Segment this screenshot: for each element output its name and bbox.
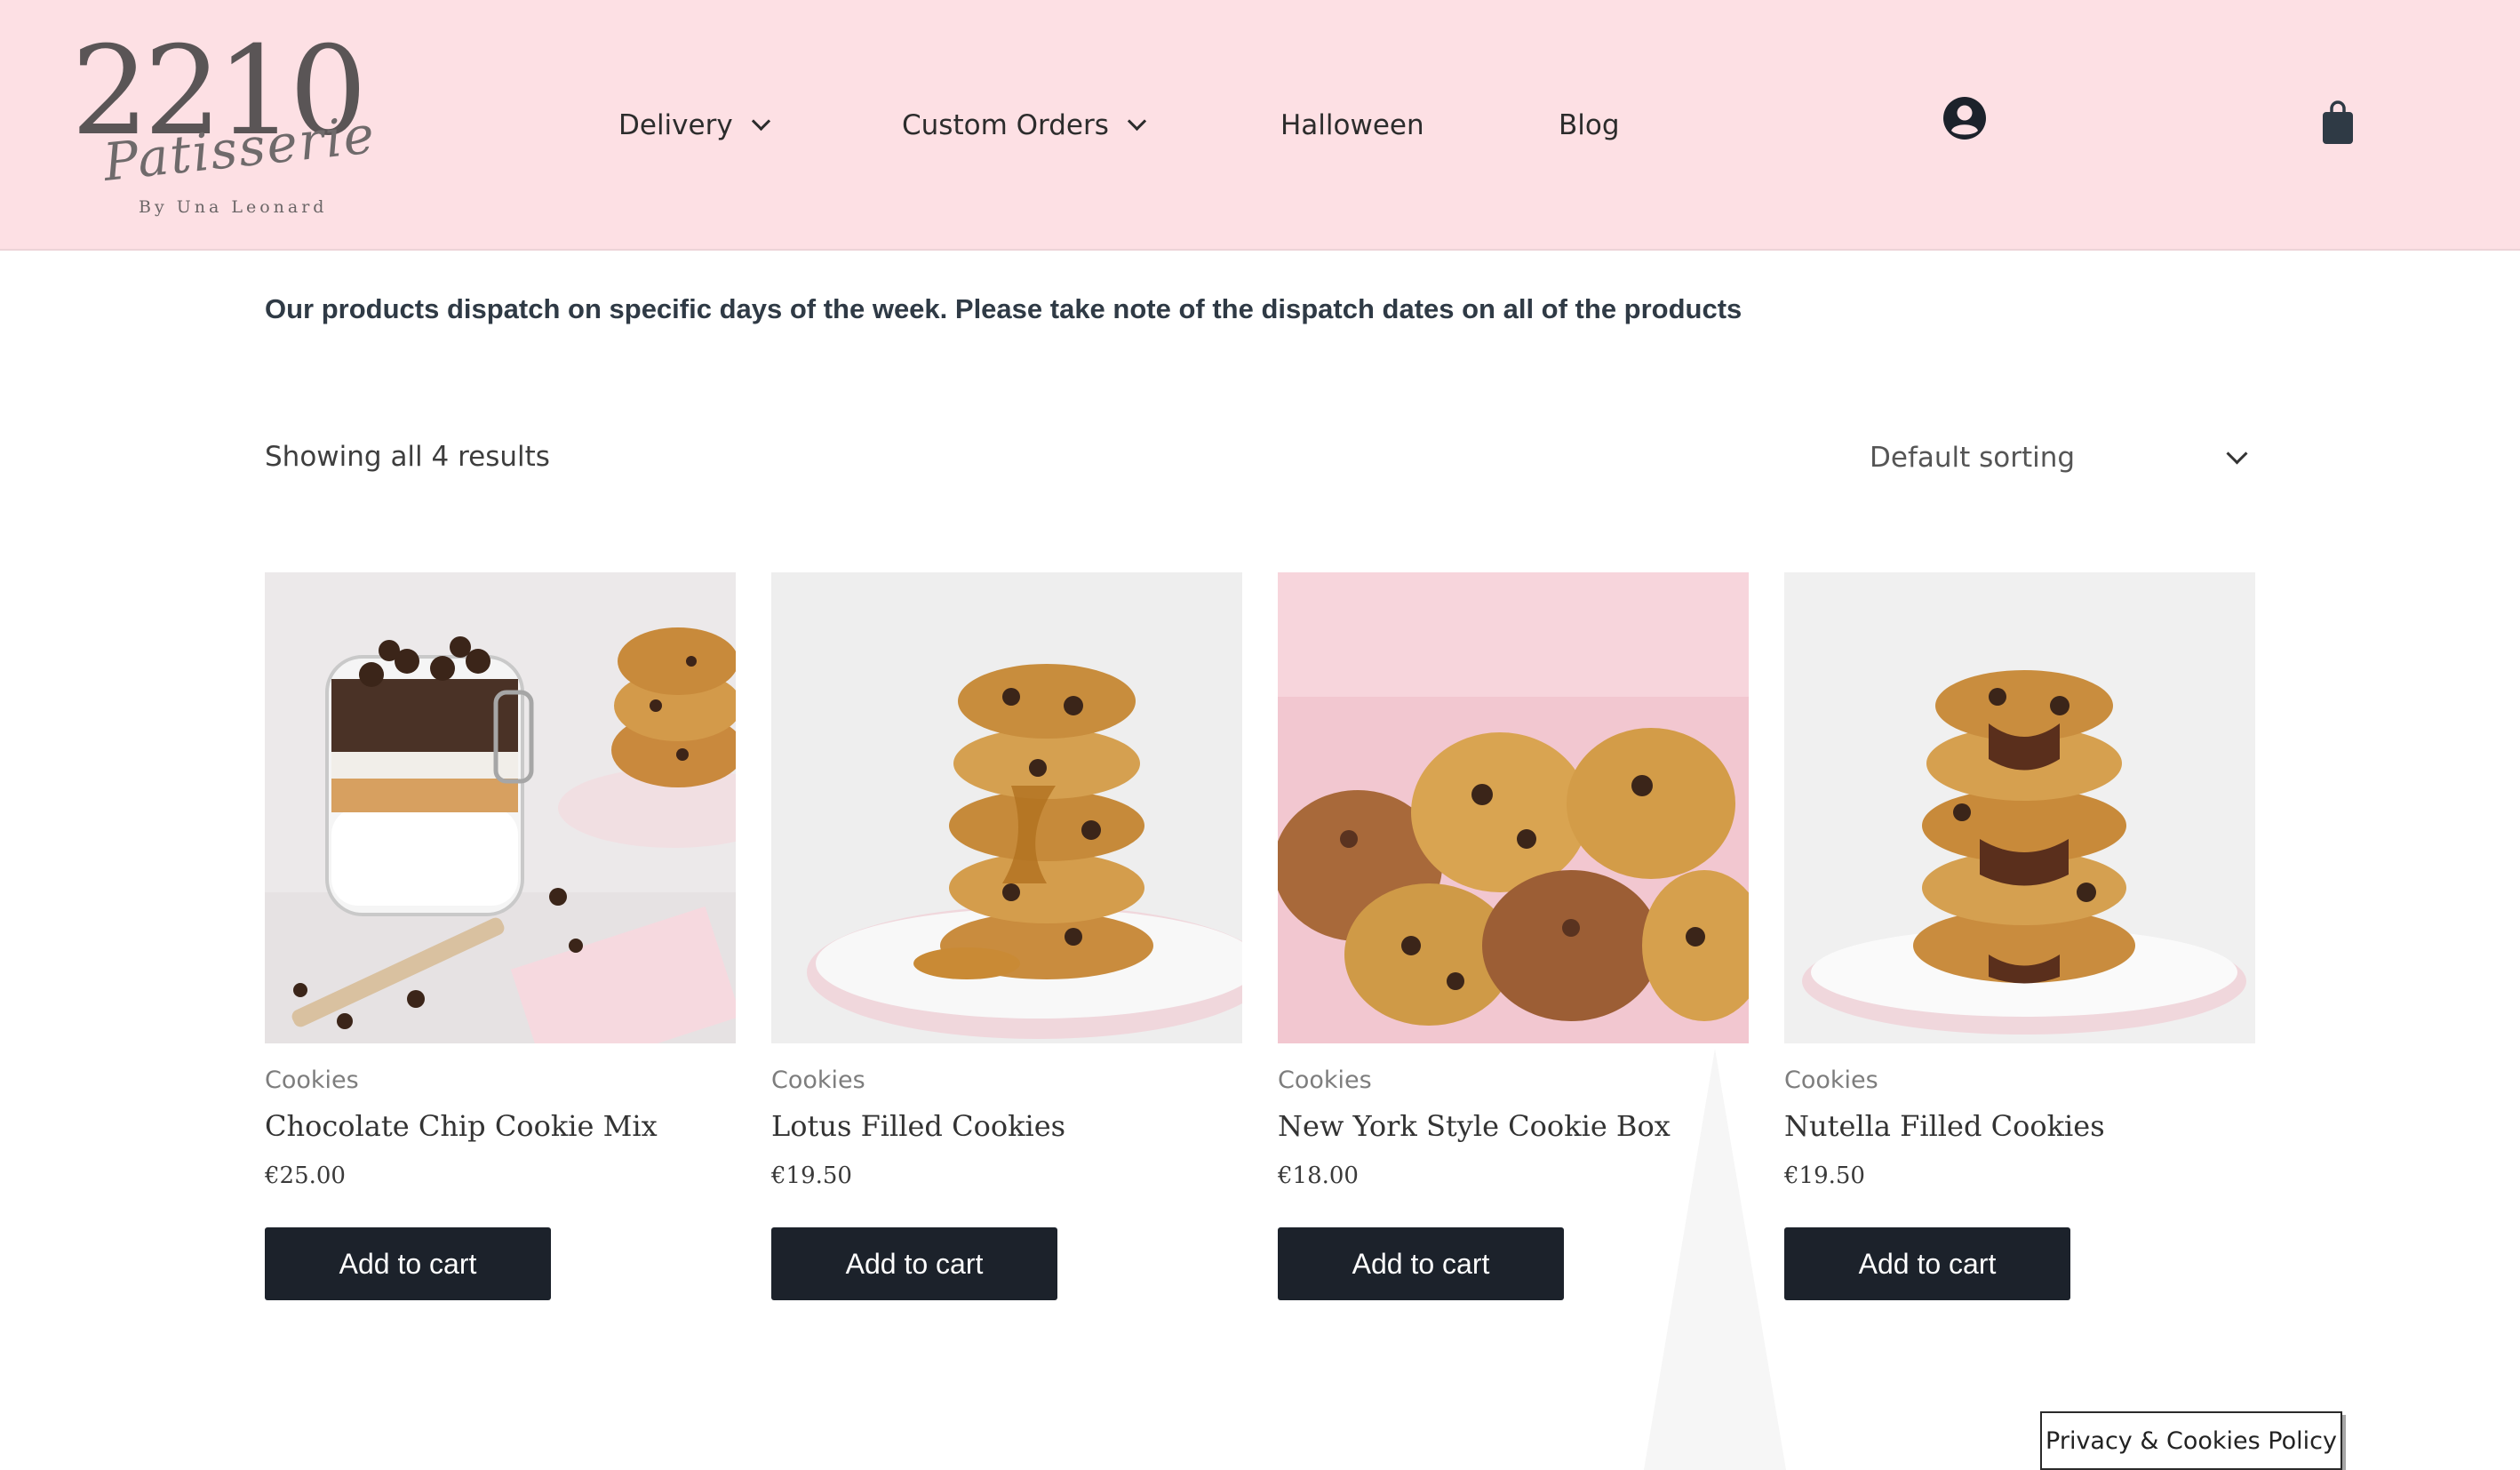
nav-item-label: Blog (1559, 109, 1620, 141)
nav-item-delivery[interactable]: Delivery (618, 103, 770, 148)
sort-select[interactable]: Default sorting (1857, 427, 2268, 489)
chevron-down-icon (751, 111, 770, 131)
product-card: Cookies Chocolate Chip Cookie Mix €25.00… (265, 572, 736, 1300)
add-to-cart-button[interactable]: Add to cart (1278, 1227, 1564, 1300)
chevron-down-icon (1127, 111, 1146, 131)
add-to-cart-button[interactable]: Add to cart (1784, 1227, 2070, 1300)
nav-item-blog[interactable]: Blog (1559, 103, 1620, 148)
product-card: Cookies Lotus Filled Cookies €19.50 Add … (771, 572, 1242, 1300)
user-account-icon[interactable] (1942, 96, 1987, 140)
product-price: €19.50 (771, 1162, 852, 1189)
nutella-cookie-stack-image[interactable] (1784, 572, 2255, 1043)
product-category[interactable]: Cookies (1784, 1067, 1878, 1094)
product-category[interactable]: Cookies (265, 1067, 359, 1094)
product-category[interactable]: Cookies (771, 1067, 865, 1094)
product-category[interactable]: Cookies (1278, 1067, 1372, 1094)
add-to-cart-button[interactable]: Add to cart (771, 1227, 1057, 1300)
add-to-cart-button[interactable]: Add to cart (265, 1227, 551, 1300)
shopping-bag-icon[interactable] (2321, 100, 2355, 146)
result-count: Showing all 4 results (265, 441, 550, 473)
product-title[interactable]: Chocolate Chip Cookie Mix (265, 1109, 658, 1143)
product-price: €19.50 (1784, 1162, 1865, 1189)
main-nav: Delivery Custom Orders Halloween Blog (0, 0, 2520, 249)
cookie-jar-mix-image[interactable] (265, 572, 736, 1043)
product-price: €25.00 (265, 1162, 346, 1189)
product-title[interactable]: Lotus Filled Cookies (771, 1109, 1065, 1143)
lotus-cookie-stack-image[interactable] (771, 572, 1242, 1043)
cookie-policy-button[interactable]: Privacy & Cookies Policy (2040, 1411, 2342, 1470)
product-card: Cookies Nutella Filled Cookies €19.50 Ad… (1784, 572, 2255, 1300)
nav-item-label: Delivery (618, 109, 733, 141)
nav-item-label: Halloween (1280, 109, 1424, 141)
sort-selected-label: Default sorting (1870, 442, 2076, 474)
product-title[interactable]: New York Style Cookie Box (1278, 1109, 1671, 1143)
cookie-box-image[interactable] (1278, 572, 1749, 1043)
nav-item-custom-orders[interactable]: Custom Orders (902, 103, 1146, 148)
nav-item-label: Custom Orders (902, 109, 1109, 141)
dispatch-notice: Our products dispatch on specific days o… (265, 293, 1742, 324)
product-price: €18.00 (1278, 1162, 1359, 1189)
site-header: 2210 Patisserie By Una Leonard Delivery … (0, 0, 2520, 251)
chevron-down-icon (2226, 442, 2248, 465)
product-card: Cookies New York Style Cookie Box €18.00… (1278, 572, 1749, 1300)
product-title[interactable]: Nutella Filled Cookies (1784, 1109, 2105, 1143)
nav-item-halloween[interactable]: Halloween (1280, 103, 1424, 148)
